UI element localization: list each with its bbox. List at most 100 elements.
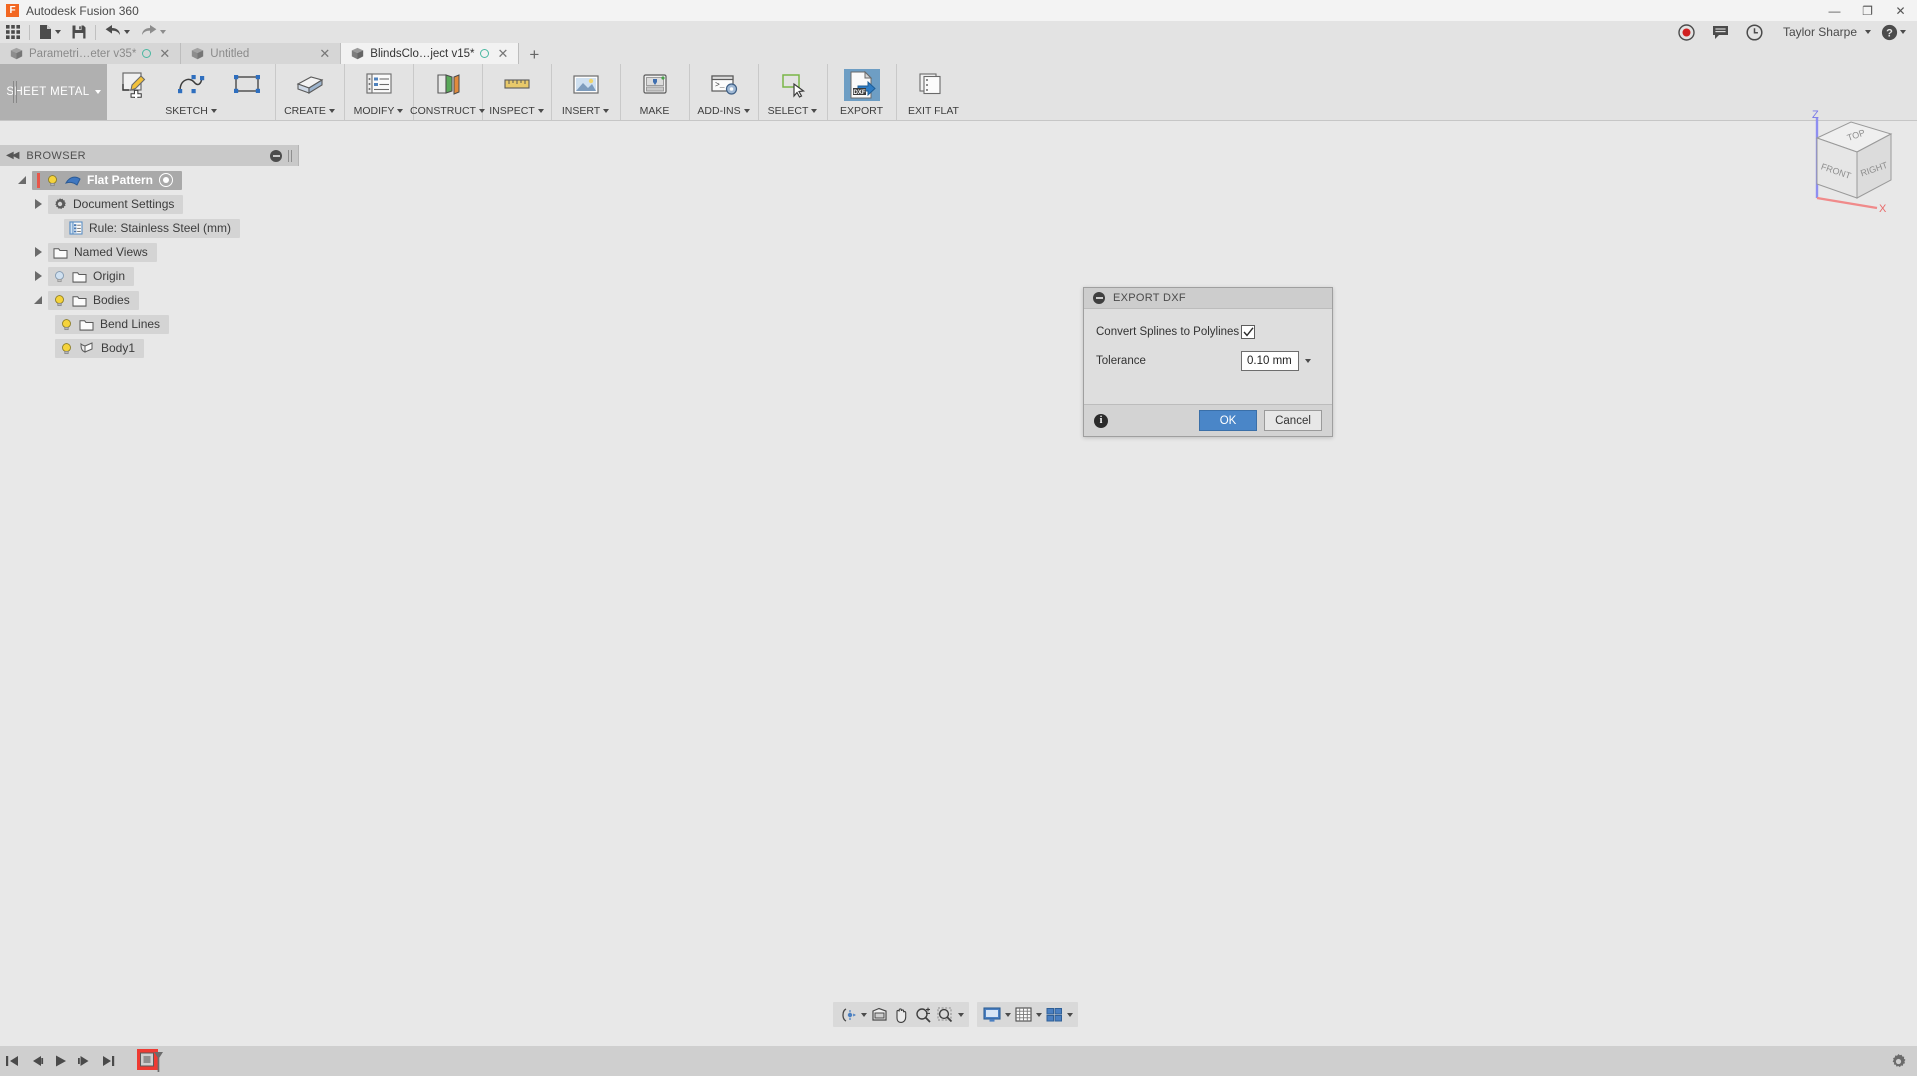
tolerance-dropdown-arrow[interactable]	[1299, 351, 1316, 371]
ribbon-label-insert[interactable]: INSERT	[562, 105, 609, 117]
display-settings-button[interactable]	[981, 1002, 1003, 1027]
visibility-bulb-icon[interactable]	[46, 174, 59, 187]
zoom-button[interactable]	[912, 1002, 934, 1027]
close-button[interactable]: ✕	[1884, 0, 1917, 21]
orbit-dropdown-arrow[interactable]	[859, 1002, 868, 1027]
file-menu-button[interactable]	[33, 21, 66, 43]
tree-node-body1[interactable]: Body1	[0, 336, 299, 360]
zoom-window-icon	[937, 1007, 954, 1023]
grid-dropdown-arrow[interactable]	[1034, 1002, 1043, 1027]
browser-resize-grip[interactable]	[288, 150, 292, 162]
expander-open-icon[interactable]	[12, 176, 32, 184]
tree-node-origin[interactable]: Origin	[0, 264, 299, 288]
close-tab-icon[interactable]: ✕	[495, 47, 510, 60]
ok-button[interactable]: OK	[1199, 410, 1257, 431]
ribbon-label-sketch[interactable]: SKETCH	[165, 105, 217, 117]
flat-pattern-body-3d[interactable]	[210, 471, 930, 931]
ribbon-label-inspect[interactable]: INSPECT	[489, 105, 544, 117]
dialog-header[interactable]: EXPORT DXF	[1084, 288, 1332, 309]
view-cube[interactable]: Z X TOP FRONT RIGHT	[1785, 108, 1905, 218]
job-status-button[interactable]	[1738, 21, 1772, 43]
grid-snaps-button[interactable]	[1012, 1002, 1034, 1027]
viewports-button[interactable]	[1043, 1002, 1065, 1027]
tree-node-flat-pattern[interactable]: Flat Pattern	[0, 168, 299, 192]
tree-node-body[interactable]: Named Views	[48, 243, 157, 262]
display-dropdown-arrow[interactable]	[1003, 1002, 1012, 1027]
close-tab-icon[interactable]: ✕	[317, 47, 332, 60]
tree-node-named-views[interactable]: Named Views	[0, 240, 299, 264]
tree-node-body[interactable]: Origin	[48, 267, 134, 286]
ribbon-label-export[interactable]: EXPORT	[840, 105, 883, 117]
convert-splines-checkbox[interactable]	[1241, 325, 1255, 339]
fit-button[interactable]	[934, 1002, 956, 1027]
pan-button[interactable]	[890, 1002, 912, 1027]
cube-faces[interactable]: TOP FRONT RIGHT	[1817, 122, 1891, 198]
document-tab-parametric[interactable]: Parametri…eter v35* ✕	[0, 43, 181, 64]
tolerance-input[interactable]: 0.10 mm	[1241, 351, 1299, 371]
app-grid-button[interactable]	[0, 21, 26, 43]
collapse-browser-icon[interactable]: ◀◀	[6, 150, 17, 161]
chevron-down-icon	[397, 109, 403, 113]
visibility-bulb-icon[interactable]	[60, 342, 73, 355]
document-tab-untitled[interactable]: Untitled ✕	[181, 43, 341, 64]
document-tab-blindsclock[interactable]: BlindsClo…ject v15* ✕	[341, 43, 519, 64]
flat-pattern-timeline-marker[interactable]	[132, 1046, 166, 1076]
visibility-bulb-icon[interactable]	[53, 294, 66, 307]
expander-closed-icon[interactable]	[28, 247, 48, 257]
expander-closed-icon[interactable]	[28, 199, 48, 209]
tree-node-rule[interactable]: Rule: Stainless Steel (mm)	[0, 216, 299, 240]
chevron-down-icon	[1305, 359, 1311, 363]
timeline-settings-button[interactable]	[1887, 1050, 1909, 1072]
sync-status-icon	[480, 49, 489, 58]
record-button[interactable]	[1670, 21, 1704, 43]
viewports-dropdown-arrow[interactable]	[1065, 1002, 1074, 1027]
minimize-button[interactable]: —	[1818, 0, 1851, 21]
browser-minimize-icon[interactable]	[270, 150, 282, 162]
go-to-beginning-button[interactable]	[0, 1046, 24, 1076]
go-to-end-button[interactable]	[96, 1046, 120, 1076]
look-at-button[interactable]	[868, 1002, 890, 1027]
tree-node-body[interactable]: Bend Lines	[55, 315, 169, 334]
tree-node-bend-lines[interactable]: Bend Lines	[0, 312, 299, 336]
save-button[interactable]	[66, 21, 92, 43]
comments-button[interactable]	[1704, 21, 1738, 43]
step-back-button[interactable]	[24, 1046, 48, 1076]
workspace-switcher[interactable]: SHEET METAL	[0, 64, 107, 120]
ribbon-label-make[interactable]: MAKE	[640, 105, 670, 117]
user-account-button[interactable]: Taylor Sharpe	[1772, 21, 1876, 43]
play-button[interactable]	[48, 1046, 72, 1076]
new-document-tab-button[interactable]: +	[519, 46, 549, 64]
ribbon-label-modify[interactable]: MODIFY	[354, 105, 404, 117]
tree-node-bodies[interactable]: Bodies	[0, 288, 299, 312]
tree-node-body[interactable]: Rule: Stainless Steel (mm)	[64, 219, 240, 238]
maximize-button[interactable]: ❐	[1851, 0, 1884, 21]
cancel-button[interactable]: Cancel	[1264, 410, 1322, 431]
ribbon-label-exit-flat[interactable]: EXIT FLAT	[908, 105, 959, 117]
tree-node-body[interactable]: Bodies	[48, 291, 139, 310]
undo-button[interactable]	[99, 21, 135, 43]
dialog-collapse-icon[interactable]	[1093, 292, 1105, 304]
fit-dropdown-arrow[interactable]	[956, 1002, 965, 1027]
ribbon-label-select[interactable]: SELECT	[768, 105, 818, 117]
redo-button[interactable]	[135, 21, 171, 43]
tree-node-body[interactable]: Body1	[55, 339, 144, 358]
orbit-button[interactable]	[837, 1002, 859, 1027]
expander-open-icon[interactable]	[28, 296, 48, 304]
step-forward-button[interactable]	[72, 1046, 96, 1076]
job-status-clock-icon	[1746, 24, 1763, 41]
tree-node-body[interactable]: Document Settings	[48, 195, 183, 214]
close-tab-icon[interactable]: ✕	[157, 47, 172, 60]
ribbon-label-addins[interactable]: ADD-INS	[697, 105, 749, 117]
visibility-bulb-icon[interactable]	[60, 318, 73, 331]
tree-node-document-settings[interactable]: Document Settings	[0, 192, 299, 216]
help-button[interactable]: ?	[1876, 21, 1911, 43]
ribbon-label-create[interactable]: CREATE	[284, 105, 335, 117]
info-icon[interactable]: i	[1094, 414, 1108, 428]
folder-icon	[53, 246, 68, 259]
ribbon-label-construct[interactable]: CONSTRUCT	[410, 105, 485, 117]
tolerance-combobox[interactable]: 0.10 mm	[1241, 351, 1316, 371]
visibility-bulb-icon[interactable]	[53, 270, 66, 283]
visibility-toggle-icon[interactable]	[159, 173, 173, 187]
tree-node-body[interactable]: Flat Pattern	[32, 171, 182, 190]
expander-closed-icon[interactable]	[28, 271, 48, 281]
